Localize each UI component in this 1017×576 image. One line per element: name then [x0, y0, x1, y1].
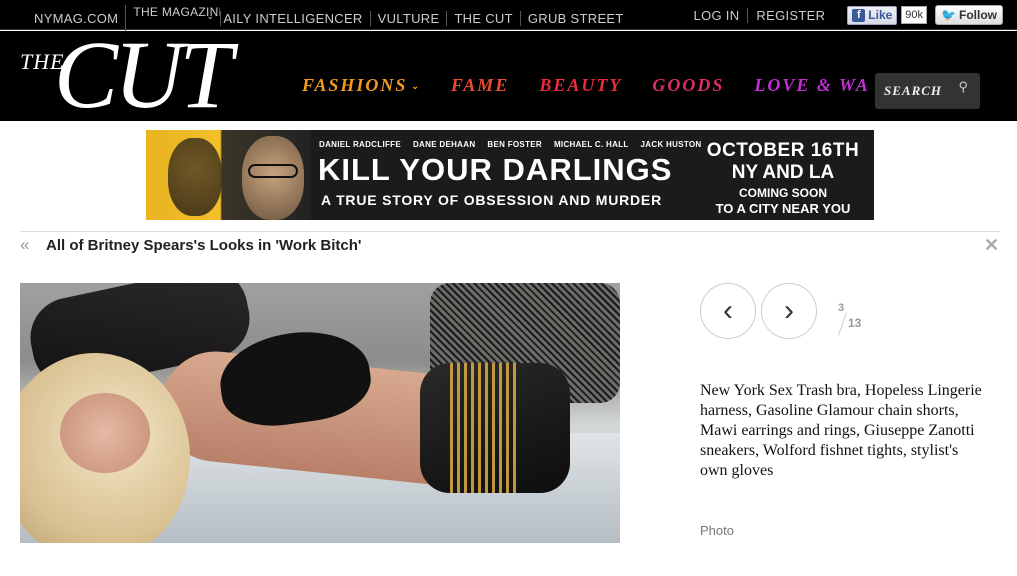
ad-tagline: A TRUE STORY OF OBSESSION AND MURDER — [321, 192, 662, 208]
network-link-the-cut[interactable]: THE CUT — [446, 10, 519, 26]
slide-current: 3 — [838, 302, 845, 314]
slideshow-title: All of Britney Spears's Looks in 'Work B… — [46, 236, 362, 254]
login-link[interactable]: LOG IN — [686, 8, 748, 23]
slide-counter: 3 13 — [836, 302, 866, 336]
ad-face-right — [242, 136, 304, 220]
back-arrow-icon[interactable]: « — [20, 235, 46, 255]
slideshow-header: « All of Britney Spears's Looks in 'Work… — [20, 235, 361, 255]
nav-fame[interactable]: FAME — [451, 75, 509, 96]
main-nav: FASHIONS ⌄ FAME BEAUTY GOODS LOVE & WA — [302, 75, 900, 96]
logo-cut-text: CUT — [54, 21, 233, 128]
ad-cast-name: JACK HUSTON — [640, 140, 702, 149]
facebook-icon: f — [852, 8, 866, 22]
ad-coming-soon: COMING SOON — [738, 186, 827, 200]
ad-headline: KILL YOUR DARLINGS — [318, 152, 673, 187]
masthead: THE CUT FASHIONS ⌄ FAME BEAUTY GOODS LOVE… — [0, 27, 1017, 123]
photo-face — [60, 393, 150, 473]
slideshow-photo[interactable] — [20, 283, 620, 543]
ad-release-info: OCTOBER 16TH NY AND LA COMING SOON TO A … — [702, 140, 864, 216]
ad-cast-names: DANIEL RADCLIFFE DANE DEHAAN BEN FOSTER … — [319, 140, 701, 149]
search-box[interactable]: SEARCH ⚲ — [875, 73, 980, 109]
network-link-grub-street[interactable]: GRUB STREET — [519, 10, 631, 26]
ad-face-left — [168, 138, 222, 216]
search-label: SEARCH — [884, 83, 943, 98]
divider — [20, 231, 1000, 232]
ad-release-date: OCTOBER 16TH — [706, 140, 860, 161]
slide-total: 13 — [848, 316, 862, 330]
ad-glasses — [248, 164, 298, 178]
close-icon[interactable]: ✕ — [984, 235, 999, 256]
next-slide-button[interactable]: › — [761, 283, 817, 339]
twitter-follow-button[interactable]: 🐦 Follow — [935, 5, 1003, 25]
account-area: LOG IN REGISTER f Like 90k 🐦 Follow — [686, 5, 1003, 25]
photo-chain — [450, 363, 520, 493]
the-cut-logo[interactable]: THE CUT — [18, 27, 268, 123]
chevron-left-icon: ‹ — [723, 294, 733, 327]
photo-credit: Photo — [700, 523, 734, 538]
ad-cast-name: BEN FOSTER — [487, 140, 542, 149]
network-link-daily-intelligencer[interactable]: AILY INTELLIGENCER — [220, 10, 369, 26]
chevron-down-icon: ⌄ — [411, 81, 421, 92]
chevron-right-icon: › — [784, 294, 794, 327]
register-link[interactable]: REGISTER — [747, 7, 833, 23]
slide-caption: New York Sex Trash bra, Hopeless Lingeri… — [700, 382, 982, 479]
slide-counter-slash — [837, 312, 848, 336]
ad-banner[interactable]: DANIEL RADCLIFFE DANE DEHAAN BEN FOSTER … — [146, 130, 874, 220]
ad-cast-name: DANIEL RADCLIFFE — [319, 140, 401, 149]
previous-slide-button[interactable]: ‹ — [700, 283, 756, 339]
facebook-like-button[interactable]: f Like — [847, 5, 898, 25]
network-link-vulture[interactable]: VULTURE — [369, 10, 447, 26]
twitter-bird-icon: 🐦 — [941, 8, 956, 22]
ad-near-you: TO A CITY NEAR YOU — [715, 201, 851, 216]
facebook-like-widget: f Like 90k — [847, 5, 928, 25]
ad-cast-name: DANE DEHAAN — [412, 140, 476, 149]
facebook-like-count: 90k — [901, 6, 928, 24]
ad-release-cities: NY AND LA — [731, 162, 835, 183]
nav-fashions[interactable]: FASHIONS ⌄ — [302, 75, 421, 96]
nav-love-and-war[interactable]: LOVE & WA — [754, 75, 869, 96]
nav-beauty[interactable]: BEAUTY — [539, 75, 622, 96]
ad-cast-name: MICHAEL C. HALL — [553, 140, 629, 149]
search-icon[interactable]: ⚲ — [958, 79, 968, 95]
ad-photo — [146, 130, 311, 220]
nav-goods[interactable]: GOODS — [652, 75, 724, 96]
